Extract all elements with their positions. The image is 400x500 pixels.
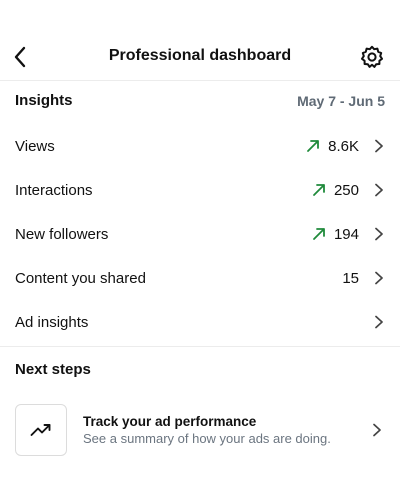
chevron-right-icon — [375, 183, 383, 197]
insight-row-views[interactable]: Views 8.6K — [0, 124, 400, 168]
row-label: Interactions — [15, 181, 93, 199]
top-bar: Professional dashboard — [0, 0, 400, 80]
page-title: Professional dashboard — [108, 47, 292, 64]
chevron-right-icon — [375, 271, 383, 285]
row-label: Ad insights — [15, 313, 89, 331]
next-steps-header: Next steps — [15, 361, 385, 378]
date-range[interactable]: May 7 - Jun 5 — [297, 93, 385, 109]
insight-row-content-shared[interactable]: Content you shared 15 — [0, 256, 400, 300]
gear-icon — [361, 45, 383, 68]
card-subtitle: See a summary of how your ads are doing. — [83, 431, 331, 446]
chevron-right-icon — [375, 227, 383, 241]
card-text: Track your ad performance See a summary … — [83, 414, 371, 446]
insights-title: Insights — [15, 92, 73, 109]
chevron-right-icon — [373, 423, 381, 437]
section-divider — [0, 346, 400, 347]
row-label: Content you shared — [15, 269, 146, 287]
trend-up-arrow-icon — [313, 228, 325, 240]
settings-button[interactable] — [360, 45, 384, 69]
row-value: 194 — [333, 225, 359, 243]
next-steps-title: Next steps — [15, 361, 91, 378]
chevron-right-icon — [375, 139, 383, 153]
row-label: New followers — [15, 225, 109, 243]
insight-row-ad-insights[interactable]: Ad insights — [0, 300, 400, 344]
header-divider — [0, 80, 400, 81]
row-value: 8.6K — [328, 137, 359, 155]
row-value: 15 — [342, 269, 359, 287]
insight-row-interactions[interactable]: Interactions 250 — [0, 168, 400, 212]
row-value: 250 — [333, 181, 359, 199]
trend-up-arrow-icon — [313, 184, 325, 196]
trending-up-icon — [30, 424, 51, 436]
row-label: Views — [15, 137, 55, 155]
chevron-right-icon — [375, 315, 383, 329]
trend-up-arrow-icon — [307, 140, 320, 152]
track-ad-performance-card[interactable]: Track your ad performance See a summary … — [15, 403, 385, 457]
insight-row-new-followers[interactable]: New followers 194 — [0, 212, 400, 256]
card-title: Track your ad performance — [83, 414, 257, 429]
card-icon-box — [15, 404, 67, 456]
insights-header: Insights May 7 - Jun 5 — [15, 92, 385, 109]
